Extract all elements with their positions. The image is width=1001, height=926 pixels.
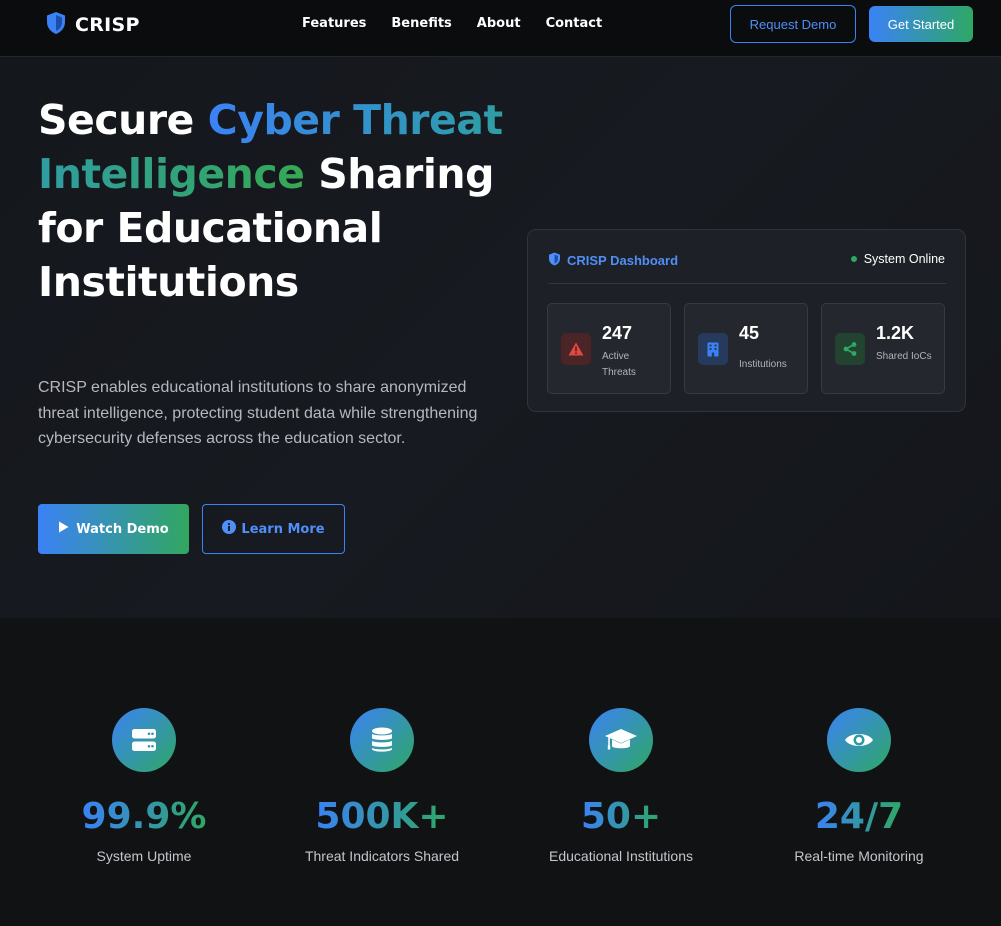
learn-more-label: Learn More [241, 521, 325, 537]
dashboard-preview-card: CRISP Dashboard System Online 247 Active… [527, 229, 966, 412]
learn-more-button[interactable]: Learn More [202, 504, 345, 554]
nav-link-features[interactable]: Features [302, 16, 366, 31]
share-icon [835, 333, 865, 365]
stat-label: Institutions [739, 359, 787, 370]
metric-label: Educational Institutions [549, 848, 693, 864]
hero-description: CRISP enables educational institutions t… [38, 379, 478, 448]
metric-value: 500K+ [315, 796, 449, 837]
system-status: System Online [850, 252, 945, 266]
shield-icon [45, 11, 67, 39]
metrics-section: 99.9% System Uptime 500K+ Threat Indicat… [0, 618, 1001, 926]
nav-link-benefits[interactable]: Benefits [391, 16, 451, 31]
nav-link-contact[interactable]: Contact [546, 16, 603, 31]
stat-card-threats[interactable]: 247 Active Threats [547, 303, 671, 394]
metric-monitoring: 24/7 Real-time Monitoring [739, 708, 979, 864]
request-demo-button[interactable]: Request Demo [730, 5, 856, 43]
metric-label: Threat Indicators Shared [304, 848, 460, 864]
nav-links: Features Benefits About Contact [302, 16, 602, 31]
hero-section: Secure Cyber Threat Intelligence Sharing… [0, 57, 1001, 618]
stat-value: 45 [739, 323, 760, 343]
metric-value: 99.9% [81, 796, 207, 837]
stat-card-institutions[interactable]: 45 Institutions [684, 303, 808, 394]
warning-icon [561, 333, 591, 365]
dashboard-header: CRISP Dashboard [548, 251, 678, 270]
status-dot [850, 256, 857, 262]
database-icon [350, 708, 414, 772]
metric-label: System Uptime [96, 848, 192, 864]
stat-label: Active Threats [602, 351, 636, 378]
metric-value: 50+ [580, 796, 662, 837]
stat-value: 247 [602, 323, 633, 343]
eye-icon [827, 708, 891, 772]
metric-label: Real-time Monitoring [794, 848, 924, 864]
brand-name: CRISP [75, 14, 140, 36]
watch-demo-button[interactable]: Watch Demo [38, 504, 189, 554]
stat-card-iocs[interactable]: 1.2K Shared IoCs [821, 303, 945, 394]
play-icon [58, 521, 69, 537]
stat-label: Shared IoCs [876, 351, 932, 362]
server-icon [112, 708, 176, 772]
nav-link-about[interactable]: About [477, 16, 521, 31]
graduation-cap-icon [589, 708, 653, 772]
status-text: System Online [863, 252, 945, 266]
metric-uptime: 99.9% System Uptime [24, 708, 264, 864]
hero-title-part1: Secure [38, 96, 208, 144]
hero-title: Secure Cyber Threat Intelligence Sharing… [38, 93, 508, 309]
watch-demo-label: Watch Demo [76, 521, 169, 537]
metric-institutions: 50+ Educational Institutions [501, 708, 741, 864]
stat-value: 1.2K [876, 323, 915, 343]
brand-logo[interactable]: CRISP [45, 11, 140, 39]
info-icon [222, 520, 237, 538]
dashboard-title: CRISP Dashboard [567, 253, 679, 268]
shield-icon [548, 251, 561, 270]
dashboard-divider [548, 283, 946, 284]
metric-indicators: 500K+ Threat Indicators Shared [262, 708, 502, 864]
get-started-button[interactable]: Get Started [869, 6, 973, 42]
top-navbar: CRISP Features Benefits About Contact Re… [0, 0, 1001, 57]
metric-value: 24/7 [814, 796, 904, 837]
building-icon [698, 333, 728, 365]
